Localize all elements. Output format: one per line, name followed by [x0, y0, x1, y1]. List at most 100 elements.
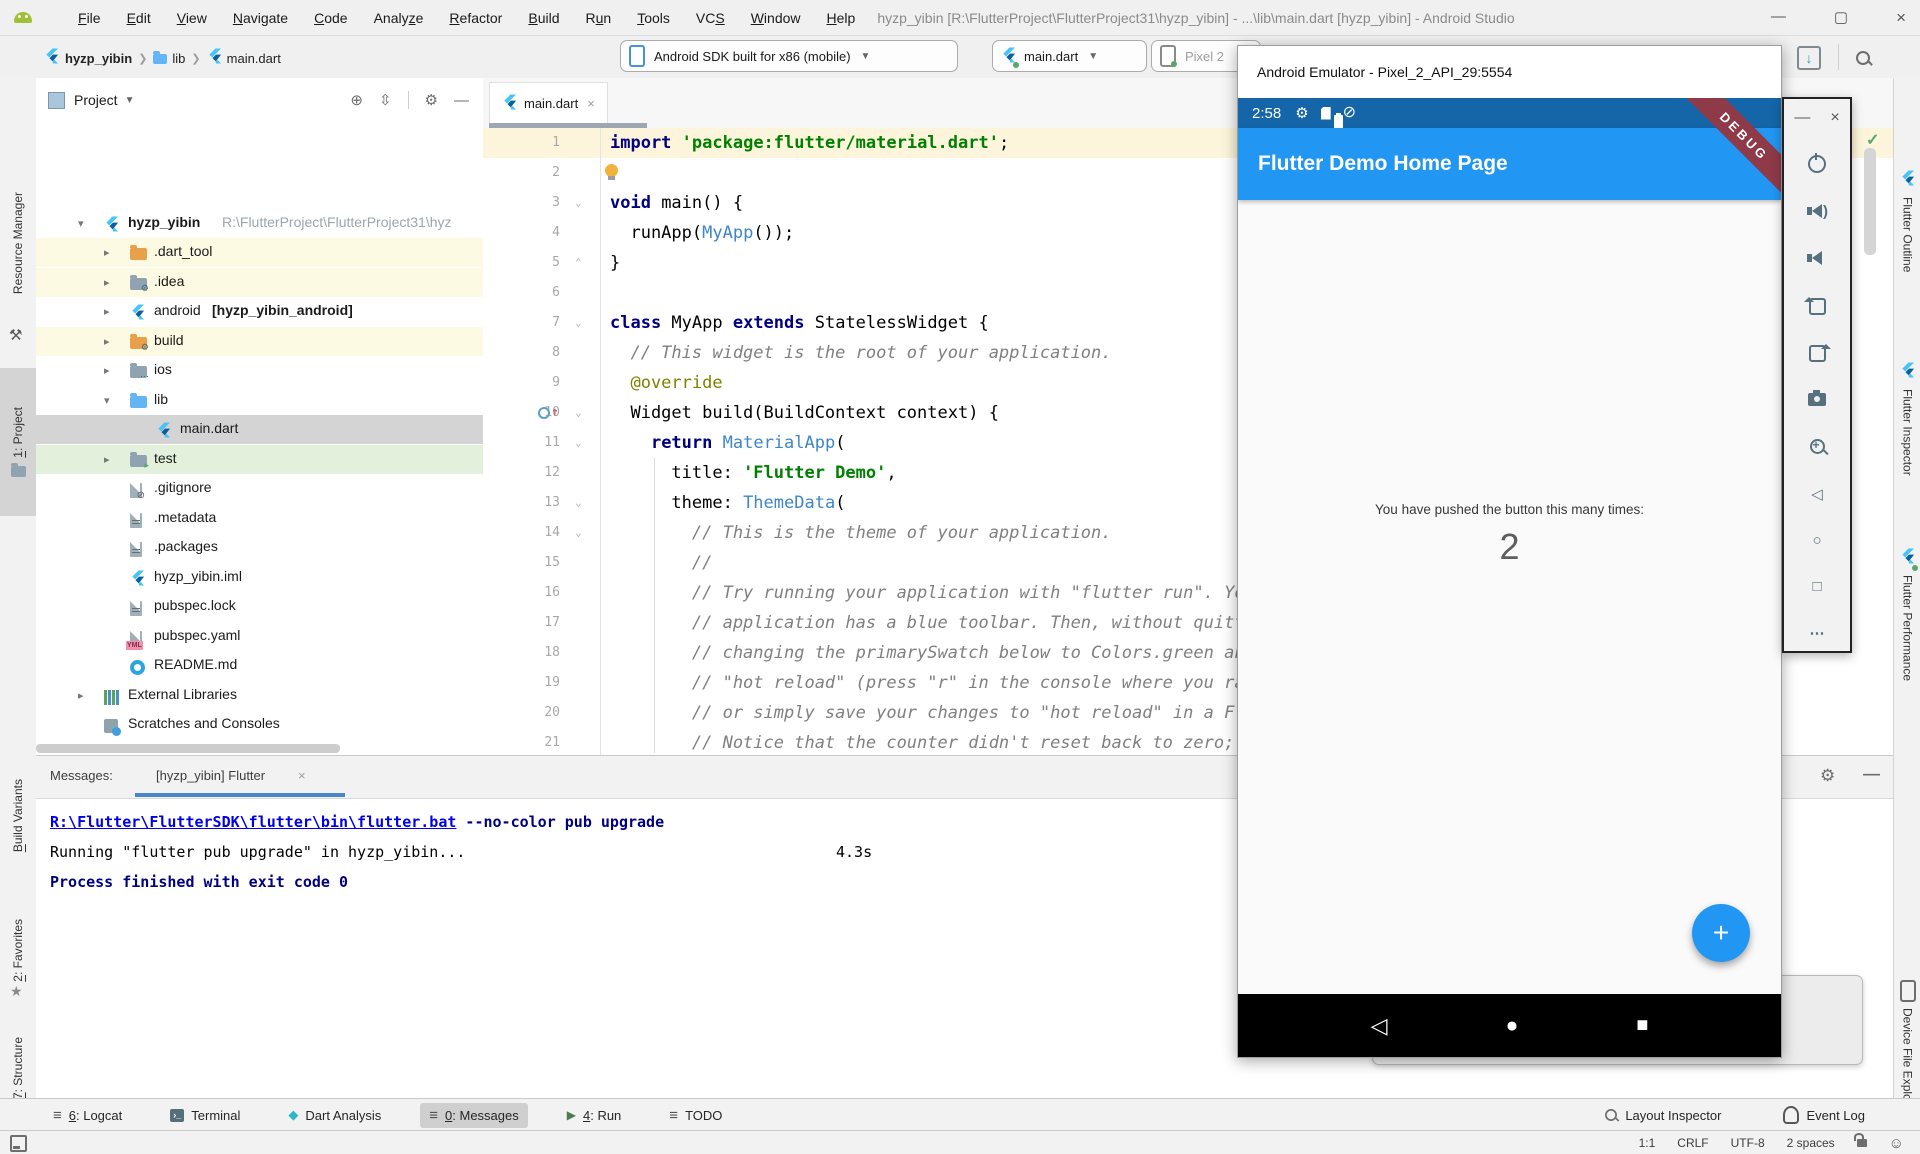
- tree-row-scratches-and-consoles[interactable]: Scratches and Consoles: [36, 710, 483, 739]
- zoom-button[interactable]: [1784, 429, 1850, 463]
- menu-edit[interactable]: Edit: [127, 10, 151, 26]
- tree-row-android[interactable]: ▸ android [hyzp_yibin_android]: [36, 297, 483, 326]
- menu-run[interactable]: Run: [586, 10, 612, 26]
- editor-scrollbar[interactable]: [1864, 148, 1876, 255]
- tree-row-ios[interactable]: ▸⋯ios: [36, 356, 483, 385]
- menu-view[interactable]: View: [177, 10, 207, 26]
- tree-row-main-dart[interactable]: main.dart: [36, 415, 483, 444]
- intention-bulb-icon[interactable]: [605, 164, 618, 177]
- emulator-screen[interactable]: 2:58 ⚙ ⊘ ▵ Flutter Demo Home Page DEBUG …: [1238, 98, 1781, 1057]
- tree-row-build[interactable]: ▸⚙build: [36, 327, 483, 356]
- volume-up-button[interactable]: [1784, 194, 1850, 228]
- menu-navigate[interactable]: Navigate: [233, 10, 288, 26]
- tree-row-pubspec-yaml[interactable]: YMLpubspec.yaml: [36, 622, 483, 651]
- fold-marker-icon[interactable]: ⌄: [575, 488, 589, 518]
- nav-back-icon[interactable]: ◁: [1371, 1013, 1388, 1039]
- toolwindow-tab-dart-analysis[interactable]: ◆Dart Analysis: [279, 1103, 390, 1128]
- chevron-collapsed-icon[interactable]: ▸: [104, 335, 110, 348]
- fold-marker-icon[interactable]: ⌄: [575, 398, 589, 428]
- volume-down-button[interactable]: [1784, 241, 1850, 275]
- menu-code[interactable]: Code: [314, 10, 347, 26]
- chevron-collapsed-icon[interactable]: ▸: [104, 276, 110, 289]
- chevron-down-icon[interactable]: ▼: [125, 95, 135, 106]
- locate-file-icon[interactable]: ⊕: [350, 93, 363, 108]
- menu-vcs[interactable]: VCS: [696, 10, 725, 26]
- collapse-all-icon[interactable]: ⇳: [379, 93, 392, 108]
- screenshot-button[interactable]: [1784, 382, 1850, 416]
- rotate-left-button[interactable]: [1784, 289, 1850, 323]
- rotate-right-button[interactable]: [1784, 336, 1850, 370]
- lock-icon[interactable]: [1857, 1139, 1867, 1147]
- toolwindow-toggle-icon[interactable]: [10, 1135, 27, 1152]
- tree-row-readme-md[interactable]: README.md: [36, 651, 483, 680]
- fold-marker-icon[interactable]: ⌃: [575, 248, 589, 278]
- tree-row--gitignore[interactable]: ⊘.gitignore: [36, 474, 483, 503]
- line-separator[interactable]: CRLF: [1677, 1136, 1708, 1150]
- caret-position[interactable]: 1:1: [1639, 1136, 1656, 1150]
- menu-file[interactable]: File: [78, 10, 101, 26]
- tree-row--packages[interactable]: .packages: [36, 533, 483, 562]
- sidebar-item-flutter-outline[interactable]: Flutter Outline: [1894, 170, 1920, 272]
- power-button[interactable]: [1784, 147, 1850, 181]
- fold-marker-icon[interactable]: ⌄: [575, 308, 589, 338]
- chevron-collapsed-icon[interactable]: ▸: [104, 453, 110, 466]
- indent-setting[interactable]: 2 spaces: [1787, 1136, 1835, 1150]
- toolwindow-tab-4-run[interactable]: ▶4: Run: [558, 1103, 631, 1128]
- project-horizontal-scrollbar[interactable]: [36, 744, 340, 753]
- assistant-icon[interactable]: ⚒: [9, 326, 22, 344]
- close-tab-icon[interactable]: ×: [587, 96, 595, 111]
- chevron-collapsed-icon[interactable]: ▸: [78, 689, 84, 702]
- toolwindow-tab-terminal[interactable]: ›_Terminal: [161, 1103, 249, 1128]
- more-button[interactable]: ⋯: [1784, 616, 1850, 650]
- tree-row-lib[interactable]: ▾lib: [36, 386, 483, 415]
- close-icon[interactable]: ×: [1896, 8, 1906, 28]
- close-icon[interactable]: ×: [1830, 109, 1839, 127]
- sidebar-item-build-variants[interactable]: Build Variants: [0, 758, 36, 874]
- gear-icon[interactable]: ⚙: [1820, 766, 1835, 786]
- messages-tab[interactable]: [hyzp_yibin] Flutter: [156, 768, 265, 783]
- search-everywhere-icon[interactable]: [1856, 51, 1870, 65]
- toolwindow-tab-6-logcat[interactable]: ≡6: Logcat: [44, 1103, 131, 1128]
- tab-main-dart[interactable]: main.dart ×: [489, 82, 608, 124]
- fold-marker-icon[interactable]: ⌄: [575, 188, 589, 218]
- sidebar-item-flutter-performance[interactable]: Flutter Performance: [1894, 548, 1920, 681]
- file-encoding[interactable]: UTF-8: [1731, 1136, 1765, 1150]
- toolwindow-tab-todo[interactable]: ≡TODO: [660, 1103, 731, 1128]
- hide-panel-icon[interactable]: —: [1863, 764, 1880, 784]
- minimize-icon[interactable]: —: [1794, 109, 1810, 127]
- project-panel-title[interactable]: Project: [74, 92, 118, 108]
- fab-increment-button[interactable]: +: [1692, 904, 1750, 962]
- gear-icon[interactable]: ⚙: [425, 93, 438, 108]
- run-config-dropdown[interactable]: main.dart ▼: [992, 40, 1147, 72]
- overview-button[interactable]: □: [1784, 569, 1850, 603]
- close-tab-icon[interactable]: ×: [298, 768, 306, 783]
- minimize-icon[interactable]: —: [1771, 8, 1786, 28]
- home-button[interactable]: ○: [1784, 523, 1850, 557]
- back-button[interactable]: ◁: [1784, 477, 1850, 511]
- layout-inspector-button[interactable]: Layout Inspector: [1595, 1104, 1730, 1127]
- tree-row-test[interactable]: ▸▸test: [36, 445, 483, 474]
- sidebar-item-device-file-explorer[interactable]: Device File Explorer: [1894, 980, 1920, 1115]
- menu-analyze[interactable]: Analyze: [374, 10, 424, 26]
- tree-row--dart-tool[interactable]: ▸.dart_tool: [36, 238, 483, 267]
- tree-row--metadata[interactable]: .metadata: [36, 504, 483, 533]
- event-log-button[interactable]: Event Log: [1774, 1102, 1874, 1128]
- tree-row--idea[interactable]: ▸⚙.idea: [36, 268, 483, 297]
- chevron-collapsed-icon[interactable]: ▸: [104, 364, 110, 377]
- chevron-expanded-icon[interactable]: ▾: [104, 394, 110, 407]
- file-path-link[interactable]: R:\Flutter\FlutterSDK\flutter\bin\flutte…: [50, 813, 456, 831]
- fold-marker-icon[interactable]: ⌄: [575, 518, 589, 548]
- favorites-star-icon[interactable]: ★: [10, 983, 23, 1000]
- fold-marker-icon[interactable]: ⌄: [575, 428, 589, 458]
- tree-row-hyzp-yibin[interactable]: ▾ hyzp_yibinR:\FlutterProject\FlutterPro…: [36, 209, 483, 238]
- menu-tools[interactable]: Tools: [637, 10, 670, 26]
- menu-help[interactable]: Help: [827, 10, 856, 26]
- menu-window[interactable]: Window: [751, 10, 801, 26]
- tree-row-hyzp-yibin-iml[interactable]: hyzp_yibin.iml: [36, 563, 483, 592]
- hide-panel-icon[interactable]: —: [454, 93, 469, 108]
- sidebar-item-flutter-inspector[interactable]: Flutter Inspector: [1894, 362, 1920, 476]
- sidebar-item-1-project[interactable]: 1: Project: [0, 368, 36, 516]
- menu-build[interactable]: Build: [528, 10, 559, 26]
- tree-row-pubspec-lock[interactable]: pubspec.lock: [36, 592, 483, 621]
- breadcrumb-folder[interactable]: lib: [172, 51, 185, 66]
